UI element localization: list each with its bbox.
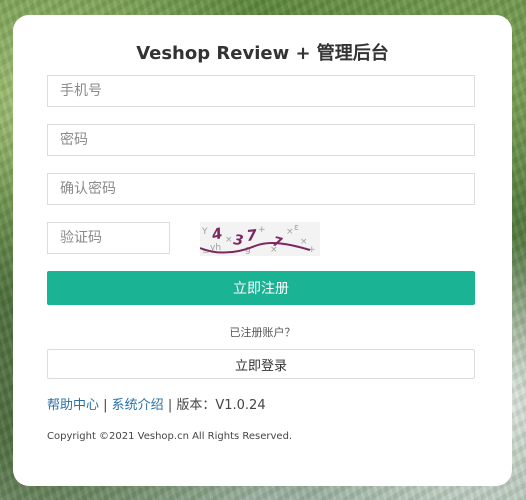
password-input[interactable] — [47, 124, 475, 156]
register-button[interactable]: 立即注册 — [47, 271, 475, 305]
version-label: 版本： — [176, 398, 216, 413]
svg-text:×: × — [225, 235, 233, 245]
help-center-link[interactable]: 帮助中心 — [47, 398, 99, 413]
captcha-graphic: Yyh× + ×× +×g ε= 4 3 7 7 — [200, 222, 320, 256]
version-value: V1.0.24 — [215, 398, 266, 413]
register-card: Veshop Review + 管理后台 Yyh× +×× +×g ε= 4 3… — [13, 15, 512, 486]
svg-text:+: + — [258, 225, 266, 235]
captcha-image[interactable]: Yyh × + × × + × g ε = 4 3 7 7 — [200, 222, 320, 256]
login-button[interactable]: 立即登录 — [47, 349, 475, 379]
svg-text:ε: ε — [294, 223, 299, 233]
svg-text:Y: Y — [201, 227, 208, 237]
copyright-text: Copyright ©2021 Veshop.cn All Rights Res… — [47, 431, 293, 442]
svg-text:×: × — [300, 237, 308, 247]
separator: | — [163, 398, 177, 413]
have-account-text: 已注册账户？ — [229, 326, 296, 339]
phone-input[interactable] — [47, 75, 475, 107]
captcha-input[interactable] — [47, 222, 170, 254]
confirm-password-input[interactable] — [47, 173, 475, 205]
svg-text:×: × — [286, 227, 294, 237]
separator: | — [99, 398, 112, 413]
system-intro-link[interactable]: 系统介绍 — [112, 398, 164, 413]
page-title: Veshop Review + 管理后台 — [136, 43, 389, 64]
footer-links: 帮助中心 | 系统介绍 | 版本：V1.0.24 — [47, 394, 266, 413]
